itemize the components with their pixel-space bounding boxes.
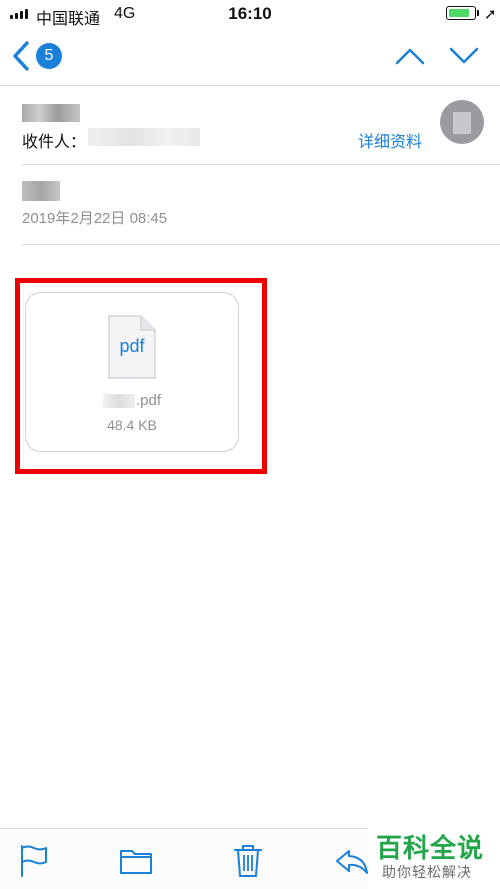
flag-icon[interactable] [16,843,52,879]
watermark-title: 百科全说 [376,833,485,863]
trash-icon[interactable] [230,843,266,879]
attachment-file-size: 48.4 KB [107,417,157,433]
watermark-subtitle: 助你轻松解决 [382,864,472,880]
chevron-left-icon[interactable] [10,40,32,72]
reply-icon[interactable] [334,843,370,879]
file-extension: .pdf [135,392,162,409]
clock: 16:10 [228,4,272,23]
email-date: 2019年2月22日 08:45 [22,210,168,227]
status-bar: 中国联通 4G 16:10 ➚ [0,0,500,28]
chevron-down-icon[interactable] [448,46,480,66]
divider [22,164,500,165]
recipient-value-redacted [88,128,200,146]
recipient-label: 收件人： [22,134,87,151]
subject-redacted [22,181,60,201]
file-name-redacted [102,394,135,409]
avatar-redaction [453,112,471,134]
battery-nub [477,10,479,16]
chevron-up-icon[interactable] [394,46,426,66]
battery-icon [446,6,476,20]
attachment-file-name: .pdf [25,392,239,409]
details-link[interactable]: 详细资料 [358,128,422,152]
pdf-icon-label: pdf [119,336,145,356]
unread-count-badge[interactable]: 5 [36,43,62,69]
nav-bar: 5 [0,30,500,86]
charging-arrow-icon: ➚ [484,6,497,23]
folder-icon[interactable] [118,843,154,879]
divider [22,244,500,245]
sender-name-redacted [22,104,80,122]
